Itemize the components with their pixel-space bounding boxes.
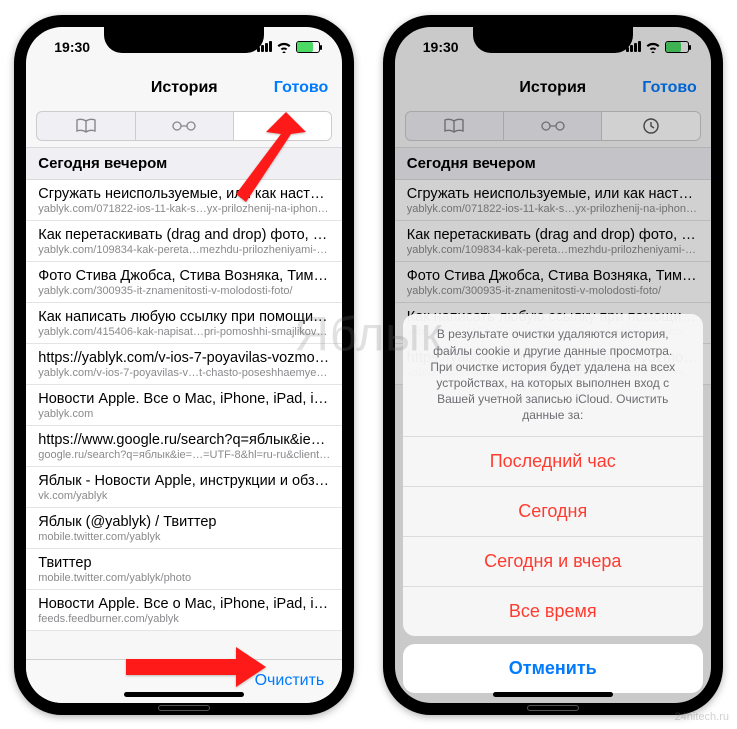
tab-bookmarks[interactable] [37, 112, 134, 140]
history-row-title: Новости Apple. Все о Mac, iPhone, iPad, … [38, 596, 330, 612]
history-row[interactable]: Как написать любую ссылку при помощи см…… [26, 303, 342, 344]
clear-last-hour[interactable]: Последний час [403, 436, 703, 486]
history-row[interactable]: https://www.google.ru/search?q=яблык&ie=… [26, 426, 342, 467]
page-title: История [151, 79, 218, 97]
battery-icon [296, 41, 320, 53]
notch [473, 27, 633, 53]
history-list[interactable]: Сгружать неиспользуемые, или как настрои… [26, 180, 342, 631]
clear-all-time[interactable]: Все время [403, 586, 703, 636]
clear-today-yesterday[interactable]: Сегодня и вчера [403, 536, 703, 586]
status-indicators [257, 41, 320, 53]
history-row-title: Яблык (@yablyk) / Твиттер [38, 514, 330, 530]
history-row[interactable]: Фото Стива Джобса, Стива Возняка, Тима К… [26, 262, 342, 303]
history-row[interactable]: Твиттерmobile.twitter.com/yablyk/photo [26, 549, 342, 590]
history-row-url: yablyk.com [38, 408, 330, 420]
history-row[interactable]: Новости Apple. Все о Mac, iPhone, iPad, … [26, 385, 342, 426]
history-row-url: mobile.twitter.com/yablyk/photo [38, 572, 330, 584]
history-row-url: feeds.feedburner.com/yablyk [38, 613, 330, 625]
history-row-title: Как перетаскивать (drag and drop) фото, … [38, 227, 330, 243]
history-row-url: vk.com/yablyk [38, 490, 330, 502]
history-row-title: Яблык - Новости Apple, инструкции и обзо… [38, 473, 330, 489]
home-indicator[interactable] [493, 692, 613, 697]
done-button[interactable]: Готово [274, 79, 328, 97]
history-row-title: https://yablyk.com/v-ios-7-poyavilas-voz… [38, 350, 330, 366]
history-row-title: Твиттер [38, 555, 330, 571]
phone-left: 19:30 История Готово Сегодня вечером Сгр… [14, 15, 354, 715]
footer-watermark: 24hitech.ru [675, 711, 729, 723]
cancel-button[interactable]: Отменить [403, 644, 703, 693]
history-row[interactable]: Яблык - Новости Apple, инструкции и обзо… [26, 467, 342, 508]
history-row-url: yablyk.com/109834-kak-pereta…mezhdu-pril… [38, 244, 330, 256]
wifi-icon [276, 41, 292, 53]
history-row-url: google.ru/search?q=яблык&ie=…=UTF-8&hl=r… [38, 449, 330, 461]
status-time: 19:30 [54, 39, 90, 55]
history-row[interactable]: https://yablyk.com/v-ios-7-poyavilas-voz… [26, 344, 342, 385]
history-row-title: Как написать любую ссылку при помощи см… [38, 309, 330, 325]
notch [104, 27, 264, 53]
annotation-arrow-bottom [126, 647, 266, 687]
clear-today[interactable]: Сегодня [403, 486, 703, 536]
history-row[interactable]: Новости Apple. Все о Mac, iPhone, iPad, … [26, 590, 342, 631]
history-row[interactable]: Яблык (@yablyk) / Твиттерmobile.twitter.… [26, 508, 342, 549]
history-row-title: Новости Apple. Все о Mac, iPhone, iPad, … [38, 391, 330, 407]
history-row-url: yablyk.com/300935-it-znamenitosti-v-molo… [38, 285, 330, 297]
book-icon [75, 118, 97, 134]
glasses-icon [171, 120, 197, 132]
screen-left: 19:30 История Готово Сегодня вечером Сгр… [26, 27, 342, 703]
history-row-title: Фото Стива Джобса, Стива Возняка, Тима К… [38, 268, 330, 284]
screen-right: 19:30 История Готово Сегодня вечером Сгр… [395, 27, 711, 703]
nav-bar: История Готово [26, 67, 342, 109]
history-row[interactable]: Как перетаскивать (drag and drop) фото, … [26, 221, 342, 262]
history-row-url: mobile.twitter.com/yablyk [38, 531, 330, 543]
history-row-url: yablyk.com/071822-ios-11-kak-s…yx-priloz… [38, 203, 330, 215]
home-indicator[interactable] [124, 692, 244, 697]
phone-right: 19:30 История Готово Сегодня вечером Сгр… [383, 15, 723, 715]
history-row-title: https://www.google.ru/search?q=яблык&ie=… [38, 432, 330, 448]
sheet-message: В результате очистки удаляются история, … [403, 314, 703, 435]
history-row-url: yablyk.com/v-ios-7-poyavilas-v…t-chasto-… [38, 367, 330, 379]
action-sheet: В результате очистки удаляются история, … [403, 314, 703, 692]
history-row-url: yablyk.com/415406-kak-napisat…pri-pomosh… [38, 326, 330, 338]
annotation-arrow-top [196, 112, 306, 202]
